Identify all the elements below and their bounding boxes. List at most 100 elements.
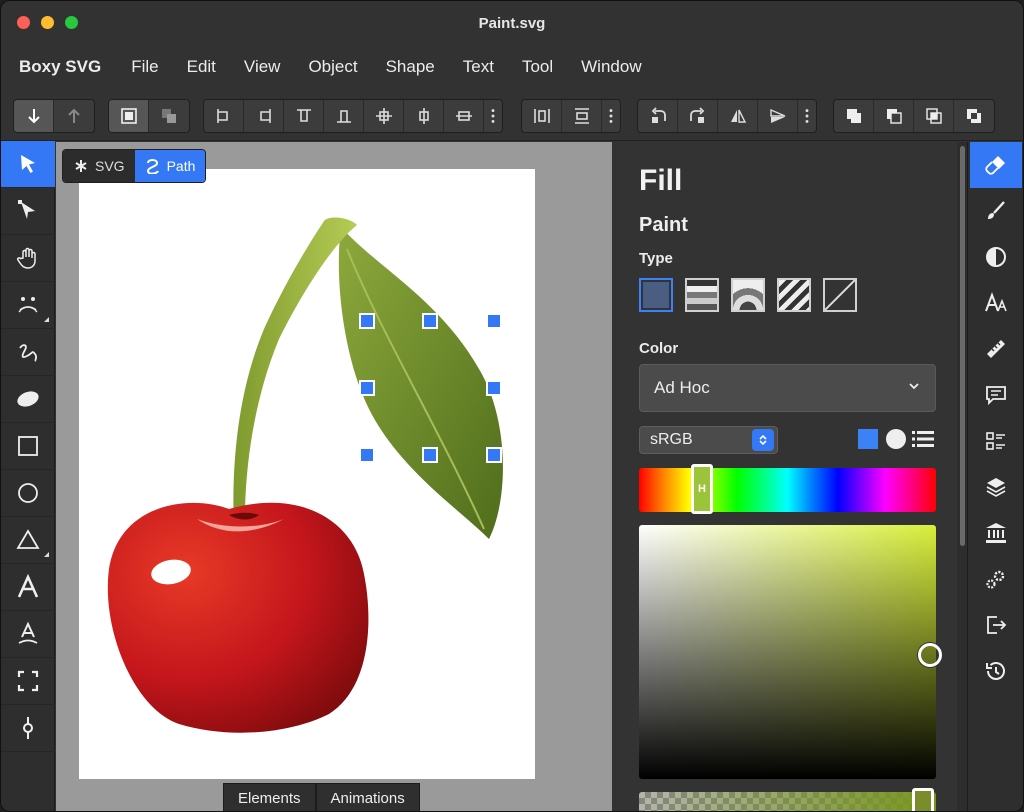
- menu-text[interactable]: Text: [463, 57, 494, 77]
- wheel-mode-icon[interactable]: [886, 429, 906, 449]
- ellipse-shape-icon: [17, 391, 39, 407]
- distribute-v-button[interactable]: [562, 100, 602, 132]
- panel-geometry-button[interactable]: [970, 326, 1022, 372]
- distribute-h-button[interactable]: [522, 100, 562, 132]
- tool-pin[interactable]: [1, 705, 55, 752]
- menu-file[interactable]: File: [131, 57, 158, 77]
- menu-view[interactable]: View: [244, 57, 281, 77]
- stem-shape[interactable]: [233, 217, 357, 531]
- tool-text-on-path[interactable]: [1, 611, 55, 658]
- tool-face[interactable]: [1, 282, 55, 329]
- tool-edit-nodes[interactable]: [1, 188, 55, 235]
- asterisk-icon: [75, 160, 87, 172]
- type-pattern-button[interactable]: [777, 278, 811, 312]
- distribute-more-button[interactable]: [602, 100, 620, 132]
- tool-ellipse-shape[interactable]: [1, 376, 55, 423]
- panel-fill-button[interactable]: [970, 142, 1022, 188]
- type-none-button[interactable]: [823, 278, 857, 312]
- pattern-icon: [779, 280, 809, 310]
- align-right-button[interactable]: [244, 100, 284, 132]
- stroke-brush-icon: [988, 201, 1005, 219]
- alpha-slider[interactable]: [639, 788, 936, 811]
- align-center-both-button[interactable]: [364, 100, 404, 132]
- type-radial-gradient-button[interactable]: [731, 278, 765, 312]
- tool-select[interactable]: [1, 141, 55, 188]
- tool-crop[interactable]: [1, 658, 55, 705]
- menu-window[interactable]: Window: [581, 57, 641, 77]
- breadcrumb-svg[interactable]: SVG: [63, 150, 135, 182]
- alpha-handle[interactable]: [912, 788, 934, 811]
- menu-app-name[interactable]: Boxy SVG: [19, 57, 101, 77]
- cherry-shape[interactable]: [107, 502, 369, 733]
- edit-nodes-icon: [18, 200, 35, 219]
- panel-scrollbar[interactable]: [957, 142, 967, 811]
- ungroup-button[interactable]: [149, 100, 189, 132]
- tool-circle[interactable]: [1, 470, 55, 517]
- lower-button[interactable]: [14, 100, 54, 132]
- square-mode-icon[interactable]: [858, 429, 878, 449]
- hue-slider[interactable]: H: [639, 464, 936, 514]
- layers-icon: [986, 478, 1006, 497]
- panel-attributes-button[interactable]: [970, 418, 1022, 464]
- scrollbar-thumb[interactable]: [960, 146, 965, 546]
- panel-stroke-button[interactable]: [970, 188, 1022, 234]
- menu-shape[interactable]: Shape: [386, 57, 435, 77]
- tool-triangle[interactable]: [1, 517, 55, 564]
- panel-layers-button[interactable]: [970, 464, 1022, 510]
- canvas-area[interactable]: SVG Path Elements Animations: [56, 142, 612, 811]
- pan-hand-icon: [17, 247, 36, 269]
- menu-tool[interactable]: Tool: [522, 57, 553, 77]
- panel-typography-button[interactable]: [970, 280, 1022, 326]
- align-hcenter-button[interactable]: [404, 100, 444, 132]
- color-source-select[interactable]: Ad Hoc: [639, 364, 936, 412]
- color-space-select[interactable]: sRGB: [639, 426, 778, 454]
- flip-vertical-button[interactable]: [758, 100, 798, 132]
- align-left-button[interactable]: [204, 100, 244, 132]
- union-button[interactable]: [834, 100, 874, 132]
- tool-text[interactable]: [1, 564, 55, 611]
- align-more-button[interactable]: [484, 100, 502, 132]
- distribute-group: [521, 99, 621, 133]
- panel-history-button[interactable]: [970, 648, 1022, 694]
- panel-library-button[interactable]: [970, 510, 1022, 556]
- panel-compositing-button[interactable]: [970, 234, 1022, 280]
- tool-freehand[interactable]: [1, 329, 55, 376]
- menu-edit[interactable]: Edit: [187, 57, 216, 77]
- subtract-button[interactable]: [874, 100, 914, 132]
- panel-export-button[interactable]: [970, 602, 1022, 648]
- align-left-icon: [216, 109, 228, 123]
- group-toggle: [108, 99, 190, 133]
- artboard[interactable]: [79, 169, 535, 779]
- cherry-illustration[interactable]: [79, 169, 535, 779]
- rotate-left-button[interactable]: [638, 100, 678, 132]
- rotate-right-button[interactable]: [678, 100, 718, 132]
- intersect-button[interactable]: [914, 100, 954, 132]
- crop-icon: [17, 670, 39, 692]
- flip-horizontal-button[interactable]: [718, 100, 758, 132]
- type-solid-button[interactable]: [639, 278, 673, 312]
- tool-rectangle[interactable]: [1, 423, 55, 470]
- exclude-icon: [967, 109, 981, 123]
- raise-button[interactable]: [54, 100, 94, 132]
- align-bottom-icon: [336, 110, 351, 123]
- panel-title: Fill: [639, 164, 683, 197]
- breadcrumb-path[interactable]: Path: [134, 150, 206, 182]
- sv-handle[interactable]: [918, 643, 942, 667]
- align-top-button[interactable]: [284, 100, 324, 132]
- panel-meta-button[interactable]: [970, 372, 1022, 418]
- exclude-button[interactable]: [954, 100, 994, 132]
- saturation-value-picker[interactable]: [639, 525, 942, 779]
- align-bottom-button[interactable]: [324, 100, 364, 132]
- tool-pan[interactable]: [1, 235, 55, 282]
- tab-animations[interactable]: Animations: [315, 783, 420, 811]
- list-mode-icon[interactable]: [912, 429, 934, 449]
- type-linear-gradient-button[interactable]: [685, 278, 719, 312]
- tab-elements[interactable]: Elements: [223, 783, 316, 811]
- order-group: [13, 99, 95, 133]
- align-vcenter-button[interactable]: [444, 100, 484, 132]
- hue-handle[interactable]: H: [691, 464, 713, 514]
- panel-defs-button[interactable]: [970, 556, 1022, 602]
- menu-object[interactable]: Object: [308, 57, 357, 77]
- group-button[interactable]: [109, 100, 149, 132]
- transform-more-button[interactable]: [798, 100, 816, 132]
